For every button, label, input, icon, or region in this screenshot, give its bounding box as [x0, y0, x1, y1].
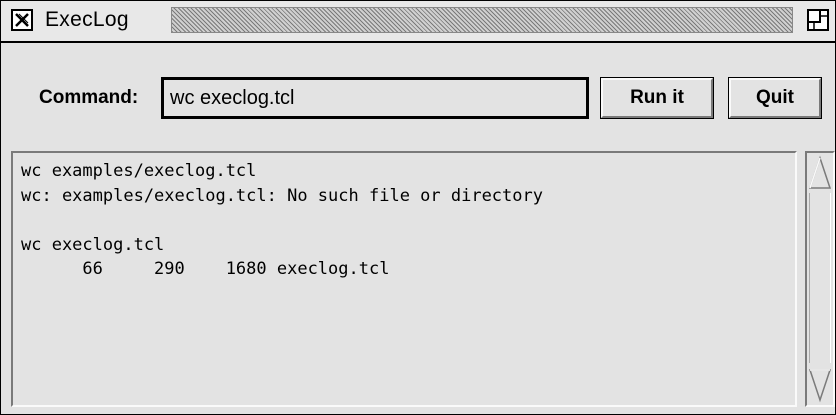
triangle-up-icon[interactable]: [809, 155, 831, 191]
run-it-button[interactable]: Run it: [600, 77, 714, 119]
title-bar[interactable]: ExecLog: [1, 1, 835, 43]
scroll-slider[interactable]: [809, 193, 831, 363]
quit-button[interactable]: Quit: [728, 77, 822, 119]
triangle-down-icon[interactable]: [809, 367, 831, 403]
maximize-icon[interactable]: [807, 9, 829, 31]
window-title: ExecLog: [45, 8, 129, 31]
title-bar-drag-area[interactable]: [171, 7, 793, 33]
execlog-window: ExecLog Command: Run it Quit wc examples…: [0, 0, 836, 415]
vertical-scrollbar[interactable]: [805, 151, 835, 407]
log-output[interactable]: wc examples/execlog.tcl wc: examples/exe…: [11, 151, 797, 407]
close-icon[interactable]: [11, 9, 33, 31]
command-input[interactable]: [161, 77, 589, 119]
command-label: Command:: [39, 87, 139, 108]
